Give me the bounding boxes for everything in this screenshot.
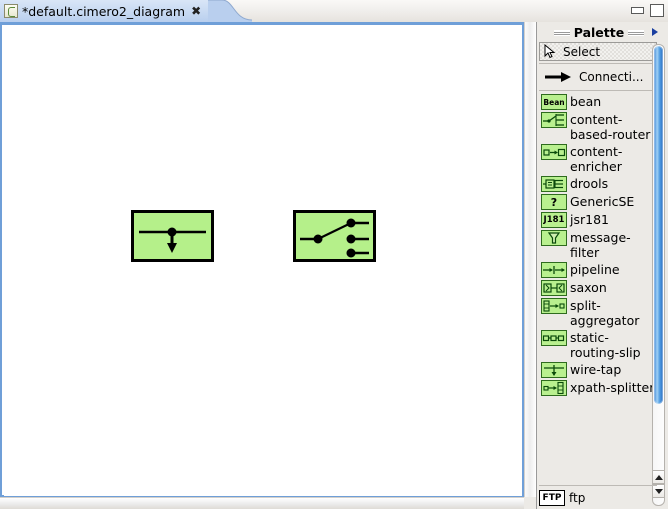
palette-item-drools[interactable]: drools [539,175,657,193]
palette-item-saxon[interactable]: saxon [539,279,657,297]
diagram-canvas[interactable] [4,28,522,496]
palette-item-label: wire-tap [570,362,622,377]
palette-tool-select-label: Select [563,44,601,59]
jsr181-icon: J181 [541,212,567,228]
palette-item-label: xpath-splitter [570,380,655,395]
diagram-editor [0,22,536,509]
palette-item-label: drools [570,176,609,191]
chevron-up-icon [654,474,663,480]
palette-scrollbar-track[interactable] [652,44,665,506]
editor-tab[interactable]: *default.cimero2_diagram ✖ [0,0,208,22]
maximize-button[interactable] [650,4,664,17]
palette-header: Palette [539,24,659,41]
diagram-file-icon [4,4,18,18]
palette-item-label: GenericSE [570,194,635,209]
saxon-icon [541,280,567,296]
palette-scrollbar-thumb[interactable] [654,46,663,404]
editor-tab-title: *default.cimero2_diagram [22,3,186,19]
palette-item-content-based-router[interactable]: content-based-router [539,111,657,143]
window-buttons [631,4,664,17]
palette-item-label: ftp [569,490,586,505]
editor-frame [0,22,524,497]
content-based-router-node-glyph [300,218,369,258]
editor-horizontal-scrollbar[interactable] [0,497,524,509]
palette-item-content-enricher[interactable]: content-enricher [539,143,657,175]
split-aggregator-icon [541,298,567,314]
palette-item-bean[interactable]: Bean bean [539,93,657,111]
palette-item-jsr181[interactable]: J181 jsr181 [539,211,657,229]
palette-item-label: split-aggregator [570,298,640,328]
palette-collapse-arrow-icon[interactable] [652,28,658,36]
palette-item-label: pipeline [570,262,620,277]
palette-item-ftp[interactable]: FTP ftp [539,485,657,507]
bean-icon: Bean [541,94,567,110]
palette-title: Palette [573,25,625,40]
wire-tap-node[interactable] [131,210,214,262]
palette-grip-right-icon [628,29,645,36]
cursor-arrow-icon [544,44,556,59]
wire-tap-node-glyph [139,227,206,253]
palette-divider [539,90,657,91]
palette-tool-select[interactable]: Select [539,42,657,61]
xpath-splitter-icon [541,380,567,396]
content-based-router-node[interactable] [293,210,376,262]
palette-divider [539,63,657,64]
palette-item-message-filter[interactable]: message-filter [539,229,657,261]
palette-tool-connection-label: Connecti... [579,70,644,84]
ftp-icon: FTP [539,489,565,506]
palette-item-label: content-based-router [570,112,651,142]
palette-item-generic-se[interactable]: ? GenericSE [539,193,657,211]
editor-scroll-corner [524,497,536,509]
palette-panel: Palette Select Connecti... Bean bean con… [536,22,668,509]
wire-tap-icon [541,362,567,378]
generic-se-icon: ? [541,194,567,210]
palette-grip-left-icon [553,29,570,36]
static-routing-slip-icon [541,330,567,346]
palette-item-label: static-routing-slip [570,330,641,360]
palette-item-xpath-splitter[interactable]: xpath-splitter [539,379,657,397]
content-enricher-icon [541,144,567,160]
palette-item-label: bean [570,94,602,109]
palette-items-list: Select Connecti... Bean bean content-bas… [539,42,657,507]
palette-item-label: jsr181 [570,212,609,227]
palette-item-label: saxon [570,280,607,295]
palette-item-pipeline[interactable]: pipeline [539,261,657,279]
palette-item-split-aggregator[interactable]: split-aggregator [539,297,657,329]
pipeline-icon [541,262,567,278]
drools-icon [541,176,567,192]
tab-curve-decoration [208,0,252,22]
eclipse-window: *default.cimero2_diagram ✖ Palette Selec… [0,0,668,509]
connection-arrow-icon [545,72,571,82]
minimize-button[interactable] [631,7,644,14]
palette-item-static-routing-slip[interactable]: static-routing-slip [539,329,657,361]
close-icon[interactable]: ✖ [191,5,201,17]
content-based-router-icon [541,112,567,128]
palette-item-label: message-filter [570,230,631,260]
palette-item-label: content-enricher [570,144,623,174]
message-filter-icon [541,230,567,246]
palette-scroll-up-button[interactable] [652,470,665,484]
editor-vertical-scrollbar[interactable] [524,22,536,497]
palette-tool-connection[interactable]: Connecti... [539,66,657,88]
palette-item-wire-tap[interactable]: wire-tap [539,361,657,379]
